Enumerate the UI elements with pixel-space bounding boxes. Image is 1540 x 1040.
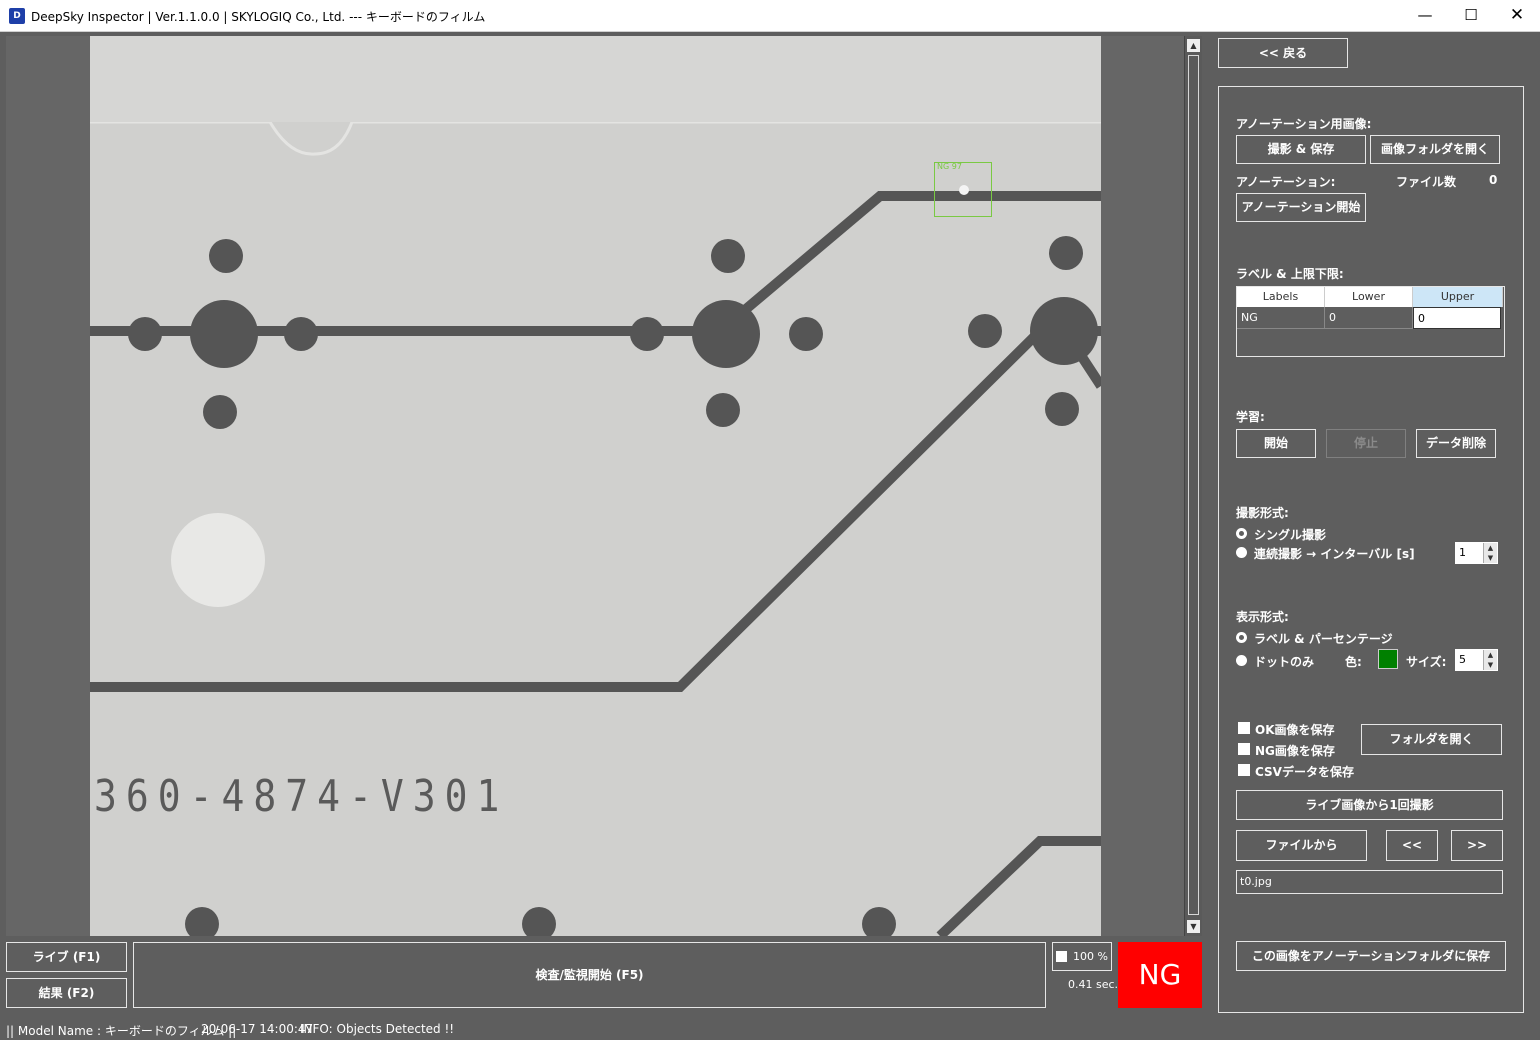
dot-only-radio[interactable]	[1236, 655, 1247, 666]
zoom-checkbox[interactable]	[1056, 951, 1067, 962]
size-value: 5	[1459, 653, 1466, 666]
save-ok-checkbox[interactable]	[1238, 722, 1250, 734]
start-inspection-button[interactable]: 検査/監視開始 (F5)	[133, 942, 1046, 1008]
save-to-annotation-folder-button[interactable]: この画像をアノーテーションフォルダに保存	[1236, 941, 1506, 971]
title-bar: D DeepSky Inspector | Ver.1.1.0.0 | SKYL…	[0, 0, 1540, 32]
interval-stepper[interactable]: 1 ▲ ▼	[1455, 542, 1498, 564]
table-cell-lower[interactable]: 0	[1325, 307, 1413, 329]
learn-start-button[interactable]: 開始	[1236, 429, 1316, 458]
maximize-button[interactable]: ☐	[1448, 0, 1494, 32]
label-limits-table[interactable]: Labels Lower Upper NG 0 0	[1236, 286, 1505, 357]
vertical-scrollbar[interactable]: ▲ ▼	[1184, 36, 1202, 936]
back-button[interactable]: << 戻る	[1218, 38, 1348, 68]
learn-stop-button[interactable]: 停止	[1326, 429, 1406, 458]
save-ng-label: NG画像を保存	[1255, 744, 1335, 758]
serial-number-print: 360-4874-V301	[94, 770, 509, 822]
capture-once-button[interactable]: ライブ画像から1回撮影	[1236, 790, 1503, 820]
start-annotation-button[interactable]: アノーテーション開始	[1236, 193, 1366, 222]
from-file-button[interactable]: ファイルから	[1236, 830, 1367, 861]
detection-label: NG 97	[937, 162, 962, 171]
size-stepper[interactable]: 5 ▲ ▼	[1455, 649, 1498, 671]
labels-heading: ラベル & 上限下限:	[1236, 267, 1344, 281]
table-header: Lower	[1325, 287, 1413, 307]
status-bar: || Model Name : キーボードのフィルム || 20-06-17 1…	[0, 1020, 1210, 1040]
close-button[interactable]: ✕	[1494, 0, 1540, 32]
size-label: サイズ:	[1406, 655, 1447, 669]
scroll-down-arrow-icon[interactable]: ▼	[1187, 920, 1200, 933]
table-cell-upper[interactable]: 0	[1413, 307, 1501, 329]
save-ng-checkbox[interactable]	[1238, 743, 1250, 755]
settings-panel: アノーテーション用画像: 撮影 & 保存 画像フォルダを開く アノーテーション:…	[1218, 86, 1524, 1013]
table-cell-label[interactable]: NG	[1237, 307, 1325, 329]
scroll-thumb[interactable]	[1188, 55, 1199, 915]
minimize-button[interactable]: —	[1402, 0, 1448, 32]
annotation-heading: アノーテーション:	[1236, 175, 1336, 189]
single-capture-radio[interactable]	[1236, 528, 1247, 539]
continuous-capture-label: 連続撮影 → インターバル [s]	[1254, 547, 1415, 561]
live-button[interactable]: ライブ (F1)	[6, 942, 127, 972]
file-count-label: ファイル数	[1396, 175, 1457, 189]
save-csv-label: CSVデータを保存	[1255, 765, 1354, 779]
save-csv-checkbox[interactable]	[1238, 764, 1250, 776]
filename-field[interactable]: t0.jpg	[1236, 870, 1503, 894]
app-logo-icon: D	[9, 8, 25, 24]
window-title: DeepSky Inspector | Ver.1.1.0.0 | SKYLOG…	[31, 10, 486, 24]
detection-bounding-box: NG 97	[934, 162, 992, 217]
annotation-image-heading: アノーテーション用画像:	[1236, 117, 1372, 131]
scroll-up-arrow-icon[interactable]: ▲	[1187, 39, 1200, 52]
judgement-indicator: NG	[1118, 942, 1202, 1008]
single-capture-label: シングル撮影	[1254, 528, 1327, 542]
inspection-image[interactable]: 360-4874-V301 NG 97	[90, 36, 1101, 936]
result-button[interactable]: 結果 (F2)	[6, 978, 127, 1008]
dot-color-swatch[interactable]	[1378, 649, 1398, 669]
next-file-button[interactable]: >>	[1451, 830, 1503, 861]
file-count-value: 0	[1489, 173, 1498, 187]
open-image-folder-button[interactable]: 画像フォルダを開く	[1370, 135, 1500, 164]
color-label: 色:	[1345, 655, 1362, 669]
previous-file-button[interactable]: <<	[1386, 830, 1438, 861]
capture-save-button[interactable]: 撮影 & 保存	[1236, 135, 1366, 164]
table-header: Labels	[1237, 287, 1325, 307]
label-percentage-radio[interactable]	[1236, 632, 1247, 643]
capture-mode-heading: 撮影形式:	[1236, 506, 1289, 520]
open-folder-button[interactable]: フォルダを開く	[1361, 724, 1502, 755]
status-info: INFO: Objects Detected !!	[300, 1022, 455, 1036]
zoom-toggle[interactable]: 100 %	[1052, 942, 1112, 971]
image-viewer[interactable]: 360-4874-V301 NG 97 ▲ ▼	[6, 36, 1202, 936]
display-mode-heading: 表示形式:	[1236, 610, 1289, 624]
interval-value: 1	[1459, 546, 1466, 559]
save-ok-label: OK画像を保存	[1255, 723, 1335, 737]
learning-heading: 学習:	[1236, 410, 1265, 424]
table-header: Upper	[1413, 287, 1503, 307]
delete-data-button[interactable]: データ削除	[1416, 429, 1496, 458]
stepper-arrows-icon[interactable]: ▲ ▼	[1483, 650, 1497, 670]
status-timestamp: 20-06-17 14:00:47	[201, 1022, 314, 1036]
stepper-arrows-icon[interactable]: ▲ ▼	[1483, 543, 1497, 563]
continuous-capture-radio[interactable]	[1236, 547, 1247, 558]
zoom-level: 100 %	[1073, 950, 1108, 963]
label-percentage-label: ラベル & パーセンテージ	[1254, 632, 1393, 646]
dot-only-label: ドットのみ	[1254, 655, 1315, 669]
inference-time: 0.41 sec.	[1068, 978, 1119, 991]
